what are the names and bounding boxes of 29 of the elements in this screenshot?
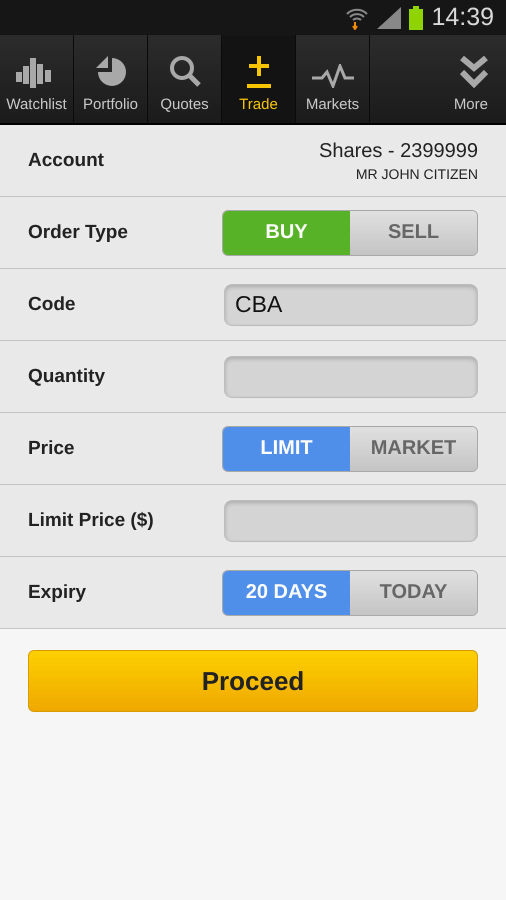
nav-tab[interactable]: Markets <box>296 35 370 123</box>
proceed-button[interactable]: Proceed <box>28 650 478 712</box>
search-icon <box>168 54 202 88</box>
toggle-option[interactable]: SELL <box>350 210 477 254</box>
field-label: Account <box>28 150 104 172</box>
account-holder: MR JOHN CITIZEN <box>356 166 478 182</box>
input-field[interactable] <box>224 356 478 398</box>
toggle-option[interactable]: MARKET <box>350 426 477 470</box>
input-field[interactable]: CBA <box>224 284 478 326</box>
pie-chart-icon <box>94 54 128 88</box>
nav-tab[interactable]: Portfolio <box>74 35 148 123</box>
battery-icon <box>409 6 424 30</box>
plus-minus-icon <box>246 56 272 88</box>
field-label: Limit Price ($) <box>28 510 154 532</box>
toggle-option[interactable]: TODAY <box>350 570 477 614</box>
field-label: Quantity <box>28 366 106 388</box>
double-chevron-icon <box>460 56 488 88</box>
nav-tab[interactable]: Watchlist <box>0 35 74 123</box>
clock-time: 14:39 <box>431 3 494 32</box>
field-label: Price <box>28 438 74 460</box>
nav-tab[interactable]: Trade <box>222 35 296 123</box>
nav-tab[interactable]: More <box>370 35 506 123</box>
input-field[interactable] <box>224 500 478 542</box>
pulse-line-icon <box>312 64 354 88</box>
field-label: Code <box>28 294 76 316</box>
field-label: Expiry <box>28 582 86 604</box>
account-number: Shares - 2399999 <box>318 140 478 162</box>
field-label: Order Type <box>28 222 128 244</box>
signal-icon <box>377 6 402 28</box>
